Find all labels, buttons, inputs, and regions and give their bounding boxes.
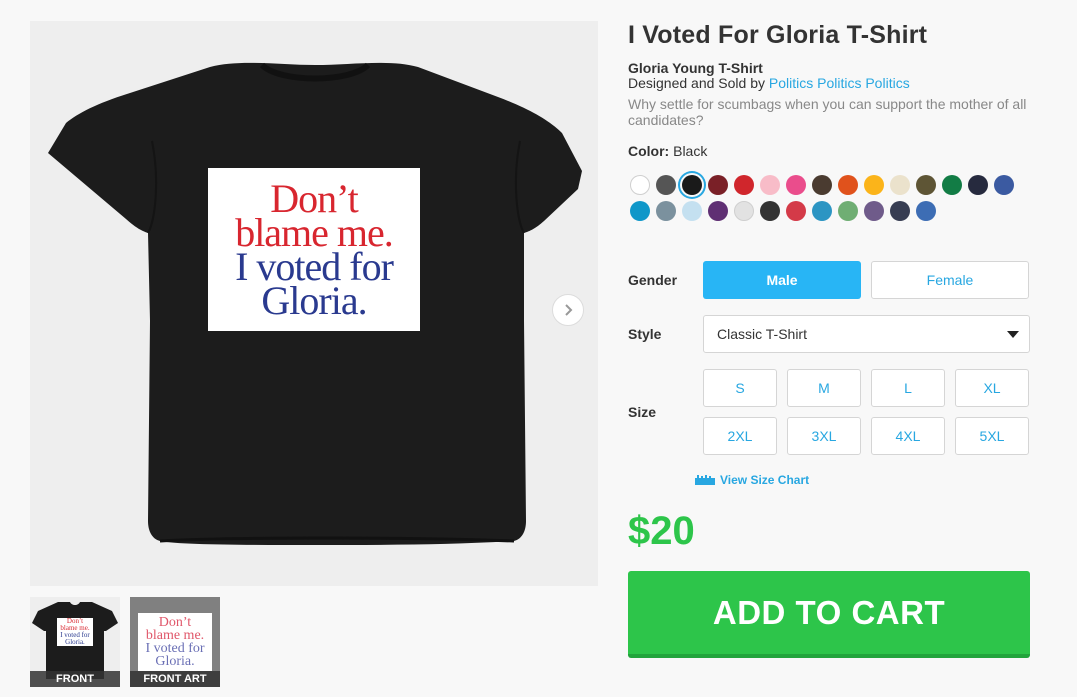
color-label: Color: Black: [628, 143, 707, 159]
size-label: Size: [628, 404, 657, 420]
color-swatch[interactable]: [734, 175, 754, 195]
add-to-cart-button[interactable]: ADD TO CART: [628, 571, 1030, 658]
next-image-button[interactable]: [552, 294, 584, 326]
shirt-design-artwork: Don’t blame me. I voted for Gloria.: [208, 168, 420, 331]
color-swatch[interactable]: [812, 175, 832, 195]
color-swatch[interactable]: [812, 201, 832, 221]
ruler-icon: [695, 475, 715, 485]
size-button-s[interactable]: S: [703, 369, 777, 407]
color-swatch[interactable]: [942, 175, 962, 195]
thumb2-line-4: Gloria.: [155, 654, 195, 669]
product-main-image: Don’t blame me. I voted for Gloria.: [30, 21, 598, 586]
color-swatch[interactable]: [994, 175, 1014, 195]
thumb1-line-4: Gloria.: [65, 638, 85, 646]
color-swatch[interactable]: [864, 175, 884, 195]
thumbnail-label: FRONT ART: [130, 671, 220, 687]
gender-female-button[interactable]: Female: [871, 261, 1029, 299]
product-subtitle: Gloria Young T-Shirt: [628, 60, 763, 76]
color-swatch[interactable]: [630, 175, 650, 195]
color-swatch[interactable]: [968, 175, 988, 195]
designed-prefix: Designed and Sold by: [628, 75, 769, 91]
color-swatch[interactable]: [656, 201, 676, 221]
color-swatch[interactable]: [838, 175, 858, 195]
designer-line: Designed and Sold by Politics Politics P…: [628, 75, 910, 91]
design-line-4: Gloria.: [261, 277, 367, 323]
color-swatch[interactable]: [890, 175, 910, 195]
thumbnail-design: Don’t blame me. I voted for Gloria.: [57, 618, 93, 646]
color-swatch[interactable]: [890, 201, 910, 221]
color-swatch[interactable]: [786, 201, 806, 221]
style-label: Style: [628, 326, 662, 342]
color-swatch[interactable]: [916, 201, 936, 221]
caret-down-icon: [1007, 331, 1019, 338]
gender-label: Gender: [628, 272, 678, 288]
product-price: $20: [628, 509, 695, 553]
thumbnail-front-art[interactable]: Don’t blame me. I voted for Gloria. FRON…: [130, 597, 220, 687]
view-size-chart-link[interactable]: View Size Chart: [695, 473, 809, 487]
size-button-xl[interactable]: XL: [955, 369, 1029, 407]
size-button-4xl[interactable]: 4XL: [871, 417, 945, 455]
color-swatch[interactable]: [708, 201, 728, 221]
gender-male-button[interactable]: Male: [703, 261, 861, 299]
thumbnail-label: FRONT: [30, 671, 120, 687]
size-button-l[interactable]: L: [871, 369, 945, 407]
chevron-right-icon: [565, 304, 573, 316]
color-swatch[interactable]: [786, 175, 806, 195]
size-button-2xl[interactable]: 2XL: [703, 417, 777, 455]
color-swatch[interactable]: [916, 175, 936, 195]
designer-link[interactable]: Politics Politics Politics: [769, 75, 910, 91]
size-button-m[interactable]: M: [787, 369, 861, 407]
color-swatch[interactable]: [760, 175, 780, 195]
color-swatch[interactable]: [656, 175, 676, 195]
color-swatch[interactable]: [734, 201, 754, 221]
color-swatch[interactable]: [838, 201, 858, 221]
color-swatch[interactable]: [682, 201, 702, 221]
color-label-title: Color:: [628, 143, 670, 159]
style-select[interactable]: Classic T-Shirt: [703, 315, 1030, 353]
size-button-3xl[interactable]: 3XL: [787, 417, 861, 455]
size-button-5xl[interactable]: 5XL: [955, 417, 1029, 455]
product-title: I Voted For Gloria T-Shirt: [628, 21, 928, 49]
color-swatch[interactable]: [864, 201, 884, 221]
color-swatch[interactable]: [760, 201, 780, 221]
product-description: Why settle for scumbags when you can sup…: [628, 96, 1027, 128]
color-swatch[interactable]: [682, 175, 702, 195]
thumbnail-front[interactable]: Don’t blame me. I voted for Gloria. FRON…: [30, 597, 120, 687]
color-swatch[interactable]: [630, 201, 650, 221]
style-selected-value: Classic T-Shirt: [717, 326, 807, 342]
color-swatch[interactable]: [708, 175, 728, 195]
selected-color: Black: [673, 143, 708, 159]
size-chart-label: View Size Chart: [720, 473, 810, 487]
thumbnail-design: Don’t blame me. I voted for Gloria.: [138, 613, 212, 671]
